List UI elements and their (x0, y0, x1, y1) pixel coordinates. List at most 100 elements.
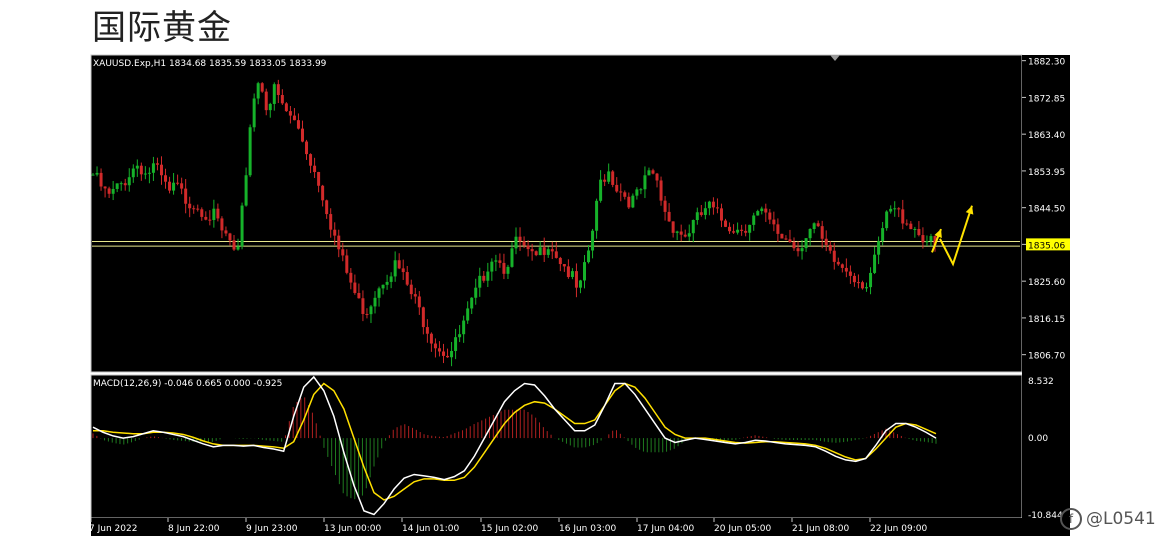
candle-body (901, 209, 905, 224)
candle-body (570, 271, 574, 277)
candle-body (663, 200, 667, 212)
candle-body (188, 203, 192, 209)
candle-body (159, 164, 163, 176)
candle-body (595, 200, 599, 231)
candle-body (313, 165, 317, 173)
candle-body (824, 238, 828, 245)
candle-body (95, 172, 99, 175)
candle-body (542, 247, 546, 255)
candle-body (482, 275, 486, 281)
candle-body (518, 236, 522, 242)
candle-body (619, 191, 623, 193)
candle-body (490, 261, 494, 272)
candle-body (317, 172, 321, 186)
time-tick-label: 17 Jun 04:00 (637, 524, 694, 534)
price-panel[interactable] (90, 54, 1023, 373)
candle-body (550, 249, 554, 252)
candle-body (885, 211, 889, 229)
candle-body (530, 249, 534, 252)
candle-body (623, 192, 627, 197)
candle-body (353, 282, 357, 293)
candle-body (276, 84, 280, 96)
candle-body (296, 120, 300, 129)
candle-body (740, 229, 744, 231)
candle-body (679, 231, 683, 235)
candle-body (909, 223, 913, 230)
candle-body (566, 266, 570, 277)
candle-body (413, 294, 417, 297)
candle-body (538, 247, 542, 256)
candle-body (615, 184, 619, 192)
candle-body (345, 255, 349, 273)
candle-body (639, 189, 643, 191)
candle-body (446, 355, 450, 358)
candle-body (816, 223, 820, 227)
candle-body (143, 173, 147, 175)
macd-panel[interactable] (90, 374, 1023, 519)
candle-body (119, 183, 123, 185)
candle-body (429, 333, 433, 344)
candle-body (127, 177, 131, 186)
candle-body (856, 282, 860, 284)
candle-body (715, 207, 719, 209)
candle-body (780, 233, 784, 239)
candle-body (421, 307, 425, 328)
candle-body (736, 229, 740, 233)
candle-body (667, 211, 671, 222)
candle-body (377, 288, 381, 298)
time-tick-label: 16 Jun 03:00 (559, 524, 616, 534)
candle-body (607, 171, 611, 182)
time-tick-label: 9 Jun 23:00 (246, 524, 298, 534)
price-tick-label: 1863.40 (1028, 131, 1065, 141)
time-tick-label: 21 Jun 08:00 (792, 524, 849, 534)
candle-body (131, 168, 135, 178)
candle-body (240, 205, 244, 247)
candle-body (502, 262, 506, 274)
candle-body (546, 249, 550, 255)
candle-body (107, 188, 111, 194)
candle-body (155, 163, 159, 165)
candle-body (462, 320, 466, 335)
candle-body (216, 208, 220, 219)
candle-body (913, 228, 917, 230)
candle-body (554, 251, 558, 258)
price-tick-label: 1872.85 (1028, 94, 1065, 104)
candle-body (115, 183, 119, 189)
candle-body (228, 233, 232, 241)
candle-body (522, 241, 526, 246)
candle-body (405, 272, 409, 285)
candle-body (796, 248, 800, 252)
candle-body (732, 231, 736, 233)
candle-body (728, 226, 732, 232)
candle-body (425, 327, 429, 334)
candle-body (578, 280, 582, 288)
candle-body (212, 208, 216, 221)
candle-body (180, 183, 184, 189)
candle-body (248, 127, 252, 176)
candle-body (397, 260, 401, 269)
candle-body (756, 211, 760, 216)
candle-body (220, 218, 224, 231)
candle-body (361, 298, 365, 314)
current-price-label: 1835.06 (1028, 241, 1065, 251)
candle-body (768, 212, 772, 220)
candle-body (752, 215, 756, 225)
xauusd-h1-chart[interactable]: XAUUSD.Exp,H1 1834.68 1835.59 1833.05 18… (0, 0, 1170, 554)
price-tick-label: 1853.95 (1028, 168, 1065, 178)
candle-body (349, 272, 353, 283)
candle-body (454, 337, 458, 351)
candle-body (828, 244, 832, 251)
candle-body (744, 230, 748, 233)
candle-body (284, 103, 288, 112)
candle-body (687, 233, 691, 237)
macd-tick-label: -10.844 (1028, 511, 1063, 521)
candle-body (526, 245, 530, 250)
candle-body (832, 250, 836, 262)
candle-body (675, 231, 679, 233)
candle-body (844, 267, 848, 272)
candle-body (784, 238, 788, 240)
candle-body (788, 239, 792, 242)
candle-body (236, 246, 240, 250)
candle-body (703, 208, 707, 215)
time-tick-label: 8 Jun 22:00 (168, 524, 220, 534)
